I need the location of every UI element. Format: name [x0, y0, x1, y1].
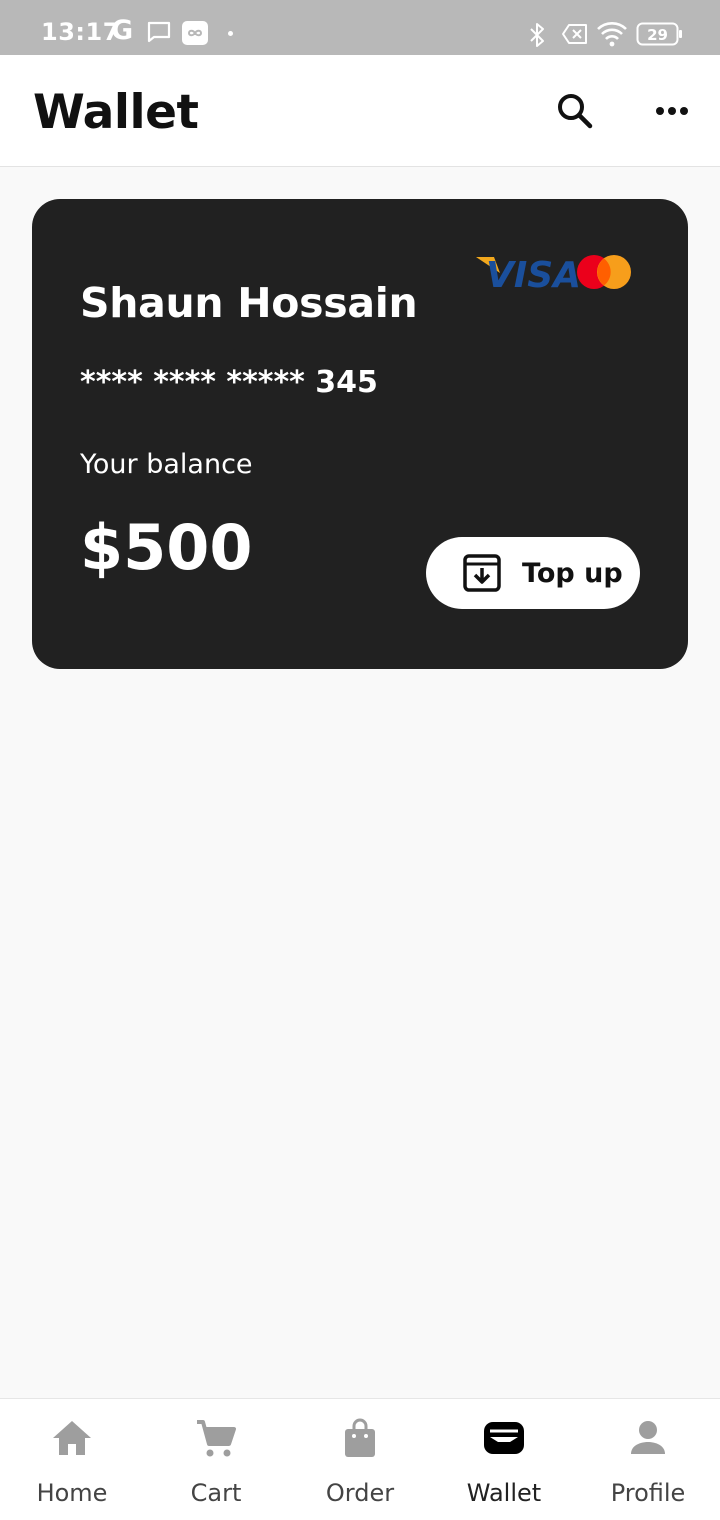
- google-icon: G: [111, 15, 134, 46]
- bluetooth-icon: [530, 23, 544, 47]
- nav-item-home[interactable]: Home: [0, 1399, 144, 1520]
- visa-logo: VISA: [476, 255, 581, 296]
- status-time: 13:17: [41, 18, 120, 46]
- battery-level: 29: [647, 26, 668, 44]
- page-title: Wallet: [33, 85, 199, 140]
- message-icon: [147, 21, 171, 43]
- wallet-card: VISA Shaun Hossain **** **** ***** 345 Y…: [32, 199, 688, 669]
- wifi-icon: [597, 22, 627, 47]
- more-horizontal-icon: [656, 107, 688, 115]
- nav-item-cart[interactable]: Cart: [144, 1399, 288, 1520]
- card-holder-name: Shaun Hossain: [80, 279, 418, 327]
- search-button[interactable]: [552, 88, 598, 134]
- status-bar: 13:17 G 29: [0, 0, 720, 55]
- nav-item-profile[interactable]: Profile: [576, 1399, 720, 1520]
- nav-item-order[interactable]: Order: [288, 1399, 432, 1520]
- home-icon: [53, 1421, 91, 1455]
- cart-icon: [197, 1420, 236, 1457]
- nav-label-order: Order: [325, 1479, 395, 1507]
- bottom-navigation: Home Cart Order Wallet Profile: [0, 1398, 720, 1520]
- notification-dot-icon: [228, 31, 233, 36]
- shopping-bag-icon: [345, 1418, 375, 1457]
- more-options-button[interactable]: [648, 88, 694, 134]
- nav-label-profile: Profile: [610, 1479, 686, 1507]
- battery-icon: 29: [636, 22, 682, 46]
- nav-item-wallet[interactable]: Wallet: [432, 1399, 576, 1520]
- card-number: **** **** ***** 345: [80, 365, 378, 400]
- infinity-app-icon: [182, 21, 208, 45]
- wallet-icon: [484, 1422, 524, 1454]
- card-brand-logos: VISA: [476, 255, 631, 296]
- person-icon: [631, 1421, 665, 1454]
- mastercard-logo: [577, 255, 631, 289]
- nav-label-home: Home: [36, 1479, 108, 1507]
- search-icon: [558, 94, 593, 129]
- top-up-button[interactable]: Top up: [426, 537, 640, 609]
- nav-label-cart: Cart: [190, 1479, 242, 1507]
- download-box-icon: [463, 554, 501, 592]
- balance-label: Your balance: [80, 449, 253, 480]
- nav-label-wallet: Wallet: [466, 1479, 542, 1507]
- visa-text: VISA: [486, 255, 581, 296]
- no-sim-icon: [562, 24, 587, 44]
- balance-amount: $500: [80, 511, 253, 584]
- app-bar: Wallet: [0, 55, 720, 167]
- top-up-label: Top up: [522, 557, 623, 589]
